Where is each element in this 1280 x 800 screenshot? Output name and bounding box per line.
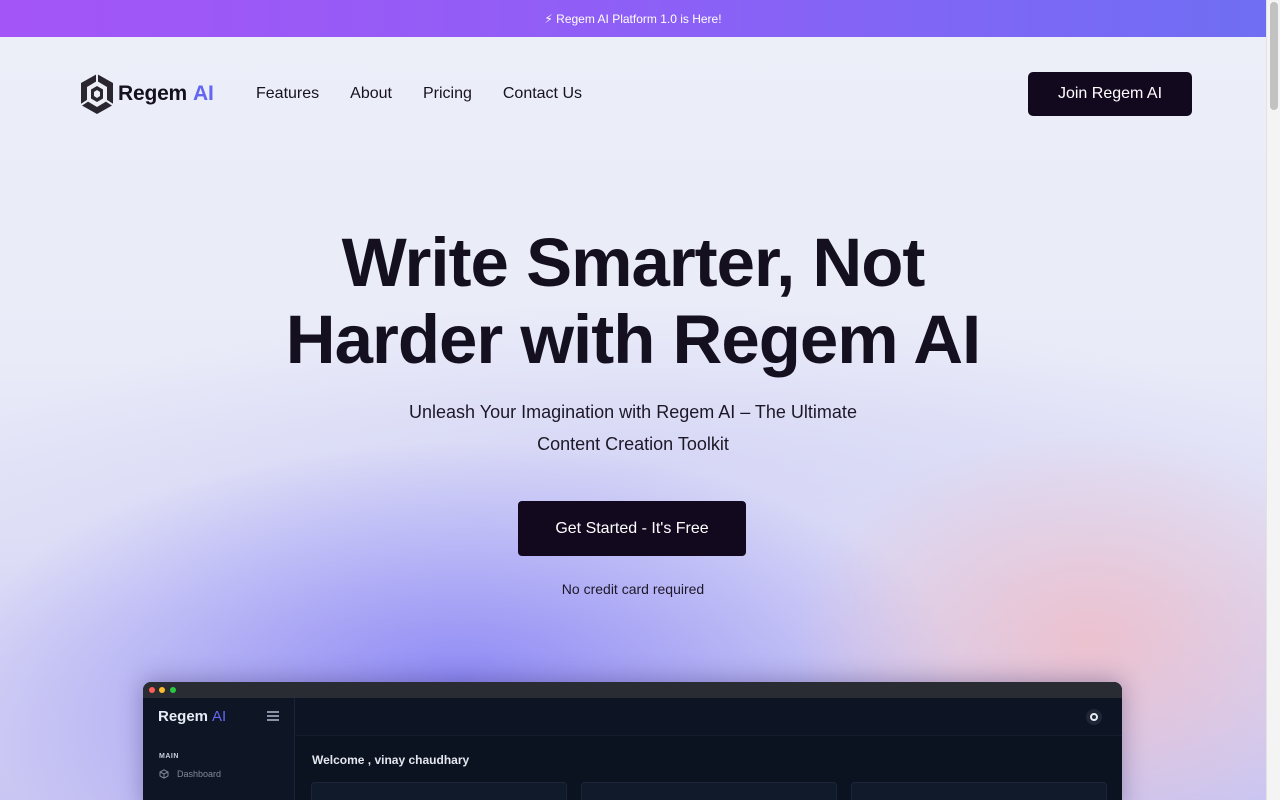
scrollbar-thumb[interactable]: [1270, 2, 1278, 110]
hero-subtitle-line-1: Unleash Your Imagination with Regem AI –…: [409, 402, 857, 422]
page-scrollbar[interactable]: [1266, 0, 1280, 800]
hero-subtitle-line-2: Content Creation Toolkit: [537, 434, 729, 454]
brand-name-text: Regem: [118, 82, 188, 105]
brand-name: Regem AI: [118, 82, 214, 106]
nav-link-features[interactable]: Features: [256, 85, 319, 103]
hamburger-menu-icon: [267, 711, 279, 723]
nav-link-contact[interactable]: Contact Us: [503, 85, 582, 103]
no-credit-card-note: No credit card required: [561, 581, 705, 597]
preview-window-titlebar: [143, 682, 1122, 698]
window-minimize-dot-icon: [159, 687, 165, 693]
join-button[interactable]: Join Regem AI: [1028, 72, 1192, 116]
announcement-text: ⚡ Regem AI Platform 1.0 is Here!: [544, 11, 722, 26]
preview-logo-suffix: AI: [212, 708, 227, 725]
nav-link-pricing[interactable]: Pricing: [423, 85, 472, 103]
nav-link-about[interactable]: About: [350, 85, 392, 103]
preview-sidebar: Regem AI MAIN Dashboard: [143, 698, 295, 800]
hero-headline: Write Smarter, Not Harder with Regem AI: [0, 224, 1266, 378]
brand-suffix: AI: [193, 82, 214, 105]
preview-welcome-text: Welcome , vinay chaudhary: [312, 753, 470, 767]
hero-subtitle: Unleash Your Imagination with Regem AI –…: [0, 396, 1266, 460]
hero-headline-line-2: Harder with Regem AI: [285, 301, 981, 378]
window-close-dot-icon: [149, 687, 155, 693]
preview-stat-card: [851, 782, 1107, 800]
dashboard-preview: Regem AI MAIN Dashboard Welcome , vinay c…: [143, 682, 1122, 800]
preview-topbar: [295, 698, 1122, 736]
get-started-button[interactable]: Get Started - It's Free: [518, 501, 746, 556]
preview-logo: Regem AI: [158, 708, 226, 725]
announcement-banner[interactable]: ⚡ Regem AI Platform 1.0 is Here!: [0, 0, 1266, 37]
cube-icon: [159, 769, 169, 779]
hero-headline-line-1: Write Smarter, Not: [341, 224, 926, 301]
user-avatar-icon: [1086, 709, 1102, 725]
nav-links: Features About Pricing Contact Us: [256, 85, 582, 103]
top-navigation: Regem AI Features About Pricing Contact U…: [0, 37, 1266, 151]
hexagon-cube-logo-icon: [80, 74, 114, 114]
preview-logo-name: Regem: [158, 708, 209, 725]
brand-logo[interactable]: Regem AI: [78, 72, 214, 116]
preview-section-label: MAIN: [159, 753, 179, 760]
preview-stat-card: [311, 782, 567, 800]
preview-stat-card: [581, 782, 837, 800]
window-maximize-dot-icon: [170, 687, 176, 693]
preview-dashboard-label: Dashboard: [177, 769, 222, 779]
preview-dashboard-item: Dashboard: [159, 769, 221, 779]
